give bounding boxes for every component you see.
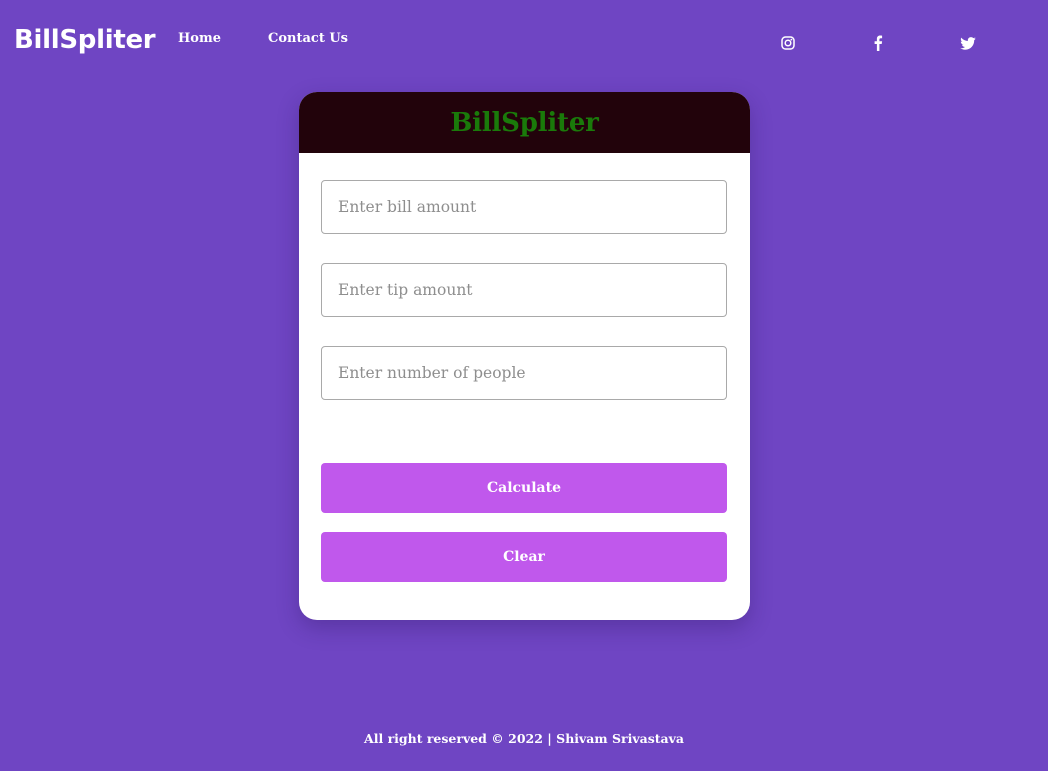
nav-link-contact-us[interactable]: Contact Us [268, 30, 348, 48]
brand-logo[interactable]: BillSpliter [14, 22, 156, 58]
top-navbar: BillSpliter Home Contact Us [0, 0, 1048, 80]
footer-copyright: All right reserved © 2022 | Shivam Sriva… [364, 731, 684, 746]
calculate-button[interactable]: Calculate [321, 463, 727, 513]
bill-splitter-card: BillSpliter Calculate Clear [299, 92, 750, 620]
clear-button[interactable]: Clear [321, 532, 727, 582]
nav-link-home[interactable]: Home [178, 30, 221, 48]
card-title: BillSpliter [450, 107, 599, 138]
facebook-icon[interactable] [868, 33, 888, 53]
bill-amount-input[interactable] [321, 180, 727, 234]
tip-amount-input[interactable] [321, 263, 727, 317]
number-of-people-input[interactable] [321, 346, 727, 400]
twitter-icon[interactable] [958, 33, 978, 53]
instagram-icon[interactable] [778, 33, 798, 53]
card-header: BillSpliter [299, 92, 750, 153]
